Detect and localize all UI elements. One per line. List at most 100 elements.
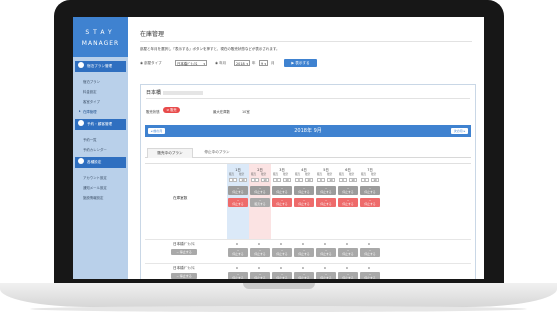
sold-count: 0 [251, 178, 259, 182]
stock-label: 残室 [283, 173, 289, 176]
plan-cell-stop-button[interactable]: − 停止する [338, 272, 358, 279]
stock-count-input[interactable]: 10 [305, 178, 313, 182]
sidebar-item-booking-calendar[interactable]: 予約カレンダー [83, 147, 107, 152]
sidebar-item-room-types[interactable]: 客室タイプ [83, 99, 100, 104]
sidebar-section-plans[interactable]: 宿泊プラン管理 [75, 61, 126, 72]
stock-count-input[interactable]: 10 [261, 178, 269, 182]
plan-cell-stop-button[interactable]: − 停止する [316, 272, 336, 279]
plan-cell-stop-label: 停止する [364, 275, 376, 279]
card-divider [146, 98, 470, 99]
stock-count-input[interactable]: 10 [239, 178, 247, 182]
stock-count-input[interactable]: 10 [283, 178, 291, 182]
tab-selling-plans[interactable]: 販売中のプラン [147, 148, 193, 158]
plan-cell-stop-button[interactable]: − 停止する [272, 248, 292, 257]
sold-label: 販売 [295, 173, 301, 176]
plan-2-stop-button[interactable]: − 停止する [171, 273, 197, 279]
day-toggle-label: 停止する [364, 201, 376, 206]
day-column: 4日 販売 残室 0 10− 停止する − 停止する [293, 164, 315, 239]
plan-cell-value: 0 [258, 242, 260, 246]
row-label-stock: 在庫室数 [173, 196, 188, 200]
stock-count-input[interactable]: 10 [349, 178, 357, 182]
day-toggle-label: 停止する [320, 201, 332, 206]
plan-cell-value: 0 [324, 266, 326, 270]
row-divider [145, 239, 471, 240]
plan-cell-value: 0 [236, 242, 238, 246]
sidebar-item-facility[interactable]: 施設情報設定 [83, 195, 103, 200]
sidebar-section-settings[interactable]: 各種設定 [75, 157, 126, 168]
sidebar-item-booking-list[interactable]: 予約一覧 [83, 137, 97, 142]
day-column: 3日 販売 残室 0 10− 停止する − 停止する [271, 164, 293, 239]
sidebar-section-label: 予約・顧客管理 [87, 122, 113, 126]
sidebar-item-inventory[interactable]: 在庫管理 [79, 109, 96, 114]
day-toggle-button[interactable]: − 停止する [316, 198, 336, 207]
stock-minus-button[interactable]: − 停止する [316, 186, 336, 195]
stock-minus-button[interactable]: − 停止する [360, 186, 380, 195]
month-select[interactable]: 9 [259, 60, 268, 67]
stock-minus-button[interactable]: − 停止する [272, 186, 292, 195]
sidebar-item-account[interactable]: アカウント設定 [83, 175, 107, 180]
plan-cell-stop-button[interactable]: − 停止する [228, 248, 248, 257]
plan-cell-value: 0 [368, 242, 370, 246]
stock-minus-button[interactable]: − 停止する [250, 186, 270, 195]
plan-cell-stop-label: 停止する [254, 275, 266, 279]
year-select[interactable]: 2018 [234, 60, 250, 67]
hotel-name-text: 日本橋 [146, 90, 162, 96]
plan-cell-stop-button[interactable]: − 停止する [250, 248, 270, 257]
stock-label: 残室 [327, 173, 333, 176]
stock-label: 残室 [349, 173, 355, 176]
plan-1-stop-button[interactable]: − 停止する [171, 249, 197, 255]
tab-stopped-plans[interactable]: 停止中のプラン [195, 148, 239, 157]
room-type-label: ◉ 部屋タイプ [140, 61, 162, 65]
app-screen: STAY MANAGER 宿泊プラン管理 宿泊プラン 料金設定 客室タイプ 在庫… [73, 17, 484, 279]
day-toggle-button[interactable]: − 停止する [272, 198, 292, 207]
brand-logo[interactable]: STAY MANAGER [73, 17, 128, 57]
main-content: 在庫管理 部屋と年月を選択し「表示する」ボタンを押すと、現在の販売状態などが表示… [128, 17, 484, 279]
plan-cell-stop-label: 停止する [232, 275, 244, 279]
stock-minus-button[interactable]: − 停止する [338, 186, 358, 195]
laptop-notch [243, 283, 315, 289]
stock-label: 残室 [371, 173, 377, 176]
stock-count-input[interactable]: 10 [327, 178, 335, 182]
sidebar-item-rates[interactable]: 料金設定 [83, 89, 97, 94]
sidebar-item-mail[interactable]: 通知メール設定 [83, 185, 107, 190]
sidebar-section-bookings[interactable]: 予約・顧客管理 [75, 119, 126, 130]
plan-cell-stop-label: 停止する [364, 251, 376, 256]
plan-cell-stop-button[interactable]: − 停止する [228, 272, 248, 279]
stock-minus-button[interactable]: − 停止する [228, 186, 248, 195]
plan-cell-stop-button[interactable]: − 停止する [316, 248, 336, 257]
stock-minus-button[interactable]: − 停止する [294, 186, 314, 195]
sidebar-section-label: 各種設定 [87, 160, 102, 164]
status-label: 販売状態 [146, 110, 160, 114]
plan-cell-stop-label: 停止する [298, 275, 310, 279]
plan-cell-value: 0 [346, 266, 348, 270]
stock-count-input[interactable]: 10 [371, 178, 379, 182]
plan-cell-stop-button[interactable]: − 停止する [250, 272, 270, 279]
year-unit: 年 [252, 61, 256, 65]
sidebar-item-plans[interactable]: 宿泊プラン [83, 79, 100, 84]
plan-cell-value: 0 [368, 266, 370, 270]
day-toggle-button[interactable]: − 停止する [360, 198, 380, 207]
plan-cell-value: 0 [280, 266, 282, 270]
day-toggle-label: 停止する [276, 201, 288, 206]
plan-cell-stop-button[interactable]: − 停止する [272, 272, 292, 279]
plan-cell-stop-button[interactable]: − 停止する [360, 272, 380, 279]
room-type-label-text: 部屋タイプ [144, 61, 162, 65]
next-month-label: 次の月 [453, 129, 463, 133]
plan-cell-value: 0 [236, 266, 238, 270]
day-toggle-button[interactable]: − 停止する [294, 198, 314, 207]
day-toggle-button[interactable]: − 販売する [250, 198, 270, 207]
day-toggle-button[interactable]: − 停止する [228, 198, 248, 207]
plan-cell-stop-label: 停止する [298, 251, 310, 256]
next-month-button[interactable]: 次の月 ▸ [451, 128, 468, 134]
plan-cell-stop-button[interactable]: − 停止する [360, 248, 380, 257]
day-column: 1日 販売 残室 0 10− 停止する − 停止する [227, 164, 249, 239]
plan-cell-stop-button[interactable]: − 停止する [338, 248, 358, 257]
day-toggle-button[interactable]: − 停止する [338, 198, 358, 207]
room-type-select[interactable]: 日本橋ﾃﾞﾗｯｸｽ [175, 60, 207, 67]
brand-bottom: MANAGER [81, 40, 120, 47]
plan-cell-stop-button[interactable]: − 停止する [294, 272, 314, 279]
plan-cell-stop-label: 停止する [232, 251, 244, 256]
plan-cell-stop-button[interactable]: − 停止する [294, 248, 314, 257]
sold-count: 0 [317, 178, 325, 182]
show-button[interactable]: ▶ 表示する [284, 59, 317, 67]
